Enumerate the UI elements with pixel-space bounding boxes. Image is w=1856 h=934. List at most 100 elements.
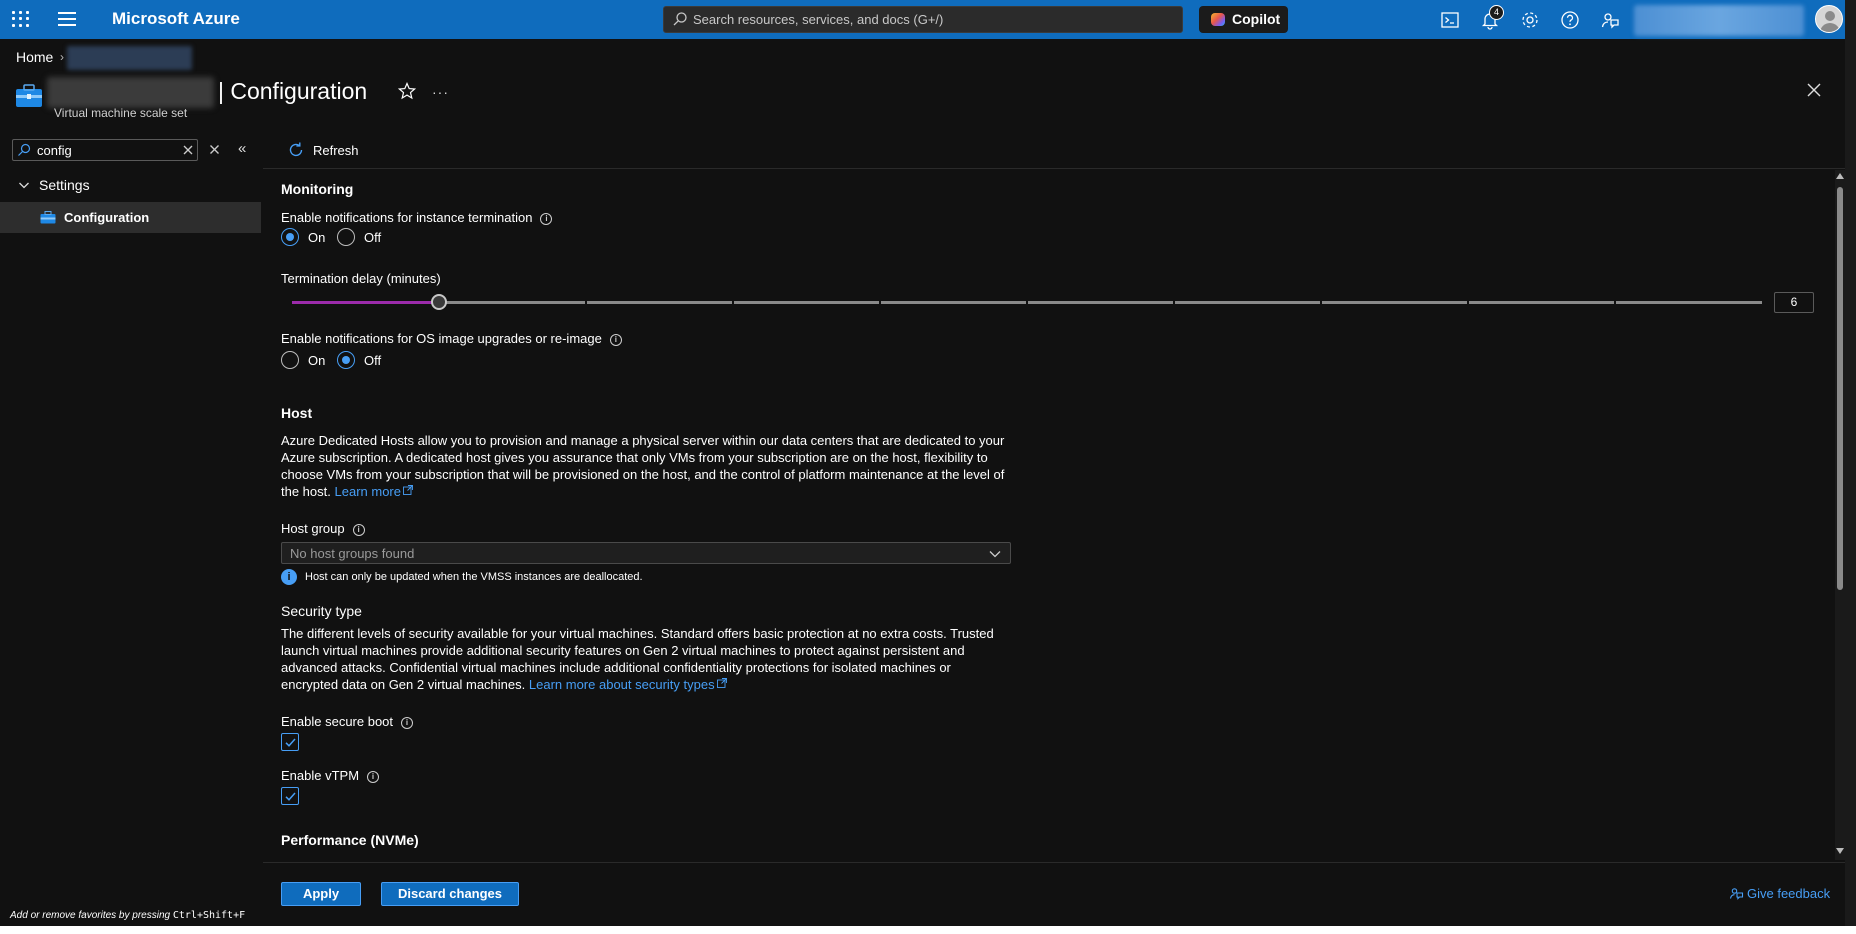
scroll-up-arrow-icon[interactable]	[1836, 173, 1844, 179]
search-icon	[673, 12, 687, 26]
info-icon[interactable]: i	[401, 717, 414, 729]
termination-notifications-label: Enable notifications for instance termin…	[281, 210, 553, 225]
collapse-menu-icon[interactable]: «	[238, 140, 246, 157]
scale-set-icon	[16, 84, 42, 107]
resource-name-redacted	[47, 77, 214, 108]
monitoring-heading: Monitoring	[281, 181, 354, 197]
top-bar: Microsoft Azure Search resources, servic…	[0, 0, 1845, 39]
scroll-down-arrow-icon[interactable]	[1836, 848, 1844, 854]
gear-icon[interactable]	[1519, 9, 1541, 31]
give-feedback-link[interactable]: Give feedback	[1729, 886, 1830, 901]
menu-search-value: config	[37, 143, 72, 158]
host-update-note: Host can only be updated when the VMSS i…	[305, 571, 643, 583]
termination-off-radio[interactable]	[337, 228, 355, 246]
termination-delay-slider-thumb[interactable]	[431, 294, 447, 310]
copilot-button[interactable]: Copilot	[1199, 6, 1288, 33]
window-edge	[1845, 0, 1856, 934]
menu-search-input[interactable]: config	[12, 139, 198, 161]
discard-changes-button[interactable]: Discard changes	[381, 882, 519, 906]
os-upgrade-notifications-label: Enable notifications for OS image upgrad…	[281, 331, 622, 346]
sidebar-item-configuration[interactable]: Configuration	[0, 202, 261, 233]
slider-tick	[1467, 300, 1469, 305]
avatar[interactable]	[1815, 5, 1843, 33]
slider-tick	[879, 300, 881, 305]
refresh-label: Refresh	[313, 143, 359, 158]
vtpm-checkbox[interactable]	[281, 787, 299, 805]
nav-group-settings[interactable]: Settings	[18, 176, 258, 198]
slider-tick	[732, 300, 734, 305]
hamburger-icon[interactable]	[58, 12, 76, 26]
host-heading: Host	[281, 405, 313, 421]
host-group-value: No host groups found	[290, 546, 415, 561]
host-learn-more-link[interactable]: Learn more	[335, 484, 413, 499]
info-icon[interactable]: i	[352, 524, 365, 536]
reset-filter-icon[interactable]	[209, 144, 220, 155]
slider-tick	[585, 300, 587, 305]
os-upgrade-on-radio[interactable]	[281, 351, 299, 369]
slider-tick	[1614, 300, 1616, 305]
breadcrumb-resource-redacted[interactable]	[67, 46, 192, 70]
info-icon[interactable]: i	[367, 771, 380, 783]
termination-delay-value[interactable]: 6	[1774, 292, 1814, 313]
vtpm-text: Enable vTPM	[281, 768, 360, 783]
slider-tick	[1320, 300, 1322, 305]
clear-search-icon[interactable]	[182, 144, 194, 156]
apply-button[interactable]: Apply	[281, 882, 361, 906]
refresh-icon	[289, 142, 303, 157]
feedback-icon	[1729, 888, 1744, 900]
termination-delay-label: Termination delay (minutes)	[281, 271, 441, 286]
vtpm-label: Enable vTPM i	[281, 768, 380, 783]
favorites-hint: Add or remove favorites by pressing Ctrl…	[10, 910, 245, 921]
favorite-star-icon[interactable]	[398, 82, 416, 100]
global-search-input[interactable]: Search resources, services, and docs (G+…	[663, 6, 1183, 33]
info-icon[interactable]: i	[540, 213, 553, 225]
favorites-shortcut: Ctrl+Shift+F	[172, 910, 246, 921]
termination-on-radio[interactable]	[281, 228, 299, 246]
external-link-icon	[716, 678, 727, 688]
host-group-label: Host group i	[281, 521, 365, 536]
more-options-icon[interactable]: ···	[432, 84, 449, 100]
cloud-shell-icon[interactable]	[1439, 9, 1461, 31]
secure-boot-checkbox[interactable]	[281, 733, 299, 751]
resource-type: Virtual machine scale set	[54, 106, 188, 120]
close-icon[interactable]	[1805, 81, 1823, 99]
host-group-text: Host group	[281, 521, 345, 536]
toolbar-divider	[263, 168, 1845, 169]
breadcrumb-home[interactable]: Home	[16, 49, 53, 65]
content-scrollbar[interactable]	[1835, 170, 1845, 860]
help-icon[interactable]	[1559, 9, 1581, 31]
host-learn-more-text: Learn more	[334, 484, 401, 499]
checkmark-icon	[285, 738, 296, 747]
security-learn-more-text: Learn more about security types	[528, 677, 715, 692]
os-upgrade-off-label: Off	[364, 353, 382, 368]
chevron-down-icon	[19, 182, 29, 189]
page-title: | Configuration	[218, 78, 368, 104]
feedback-icon[interactable]	[1599, 9, 1621, 31]
waffle-icon[interactable]	[10, 9, 30, 29]
termination-notifications-text: Enable notifications for instance termin…	[281, 210, 533, 225]
termination-off-label: Off	[364, 230, 382, 245]
scrollbar-thumb[interactable]	[1837, 187, 1843, 590]
account-info-redacted[interactable]	[1634, 5, 1804, 36]
slider-tick	[1173, 300, 1175, 305]
nav-group-label: Settings	[39, 177, 90, 193]
window-bottom-edge	[0, 926, 1856, 934]
performance-heading: Performance (NVMe)	[281, 832, 419, 848]
os-upgrade-on-label: On	[308, 353, 326, 368]
host-group-select[interactable]: No host groups found	[281, 542, 1011, 564]
info-icon[interactable]: i	[609, 334, 622, 346]
checkmark-icon	[285, 792, 296, 801]
sidebar-item-label: Configuration	[64, 210, 150, 225]
host-description: Azure Dedicated Hosts allow you to provi…	[281, 432, 1011, 500]
security-learn-more-link[interactable]: Learn more about security types	[529, 677, 727, 692]
search-placeholder: Search resources, services, and docs (G+…	[693, 12, 944, 27]
security-type-heading: Security type	[281, 603, 362, 619]
chevron-down-icon	[989, 551, 1001, 558]
os-upgrade-off-radio[interactable]	[337, 351, 355, 369]
copilot-icon	[1211, 13, 1225, 26]
footer-divider	[263, 862, 1845, 863]
os-upgrade-notifications-text: Enable notifications for OS image upgrad…	[281, 331, 602, 346]
external-link-icon	[403, 485, 413, 495]
slider-tick	[1026, 300, 1028, 305]
brand-title[interactable]: Microsoft Azure	[112, 9, 240, 29]
